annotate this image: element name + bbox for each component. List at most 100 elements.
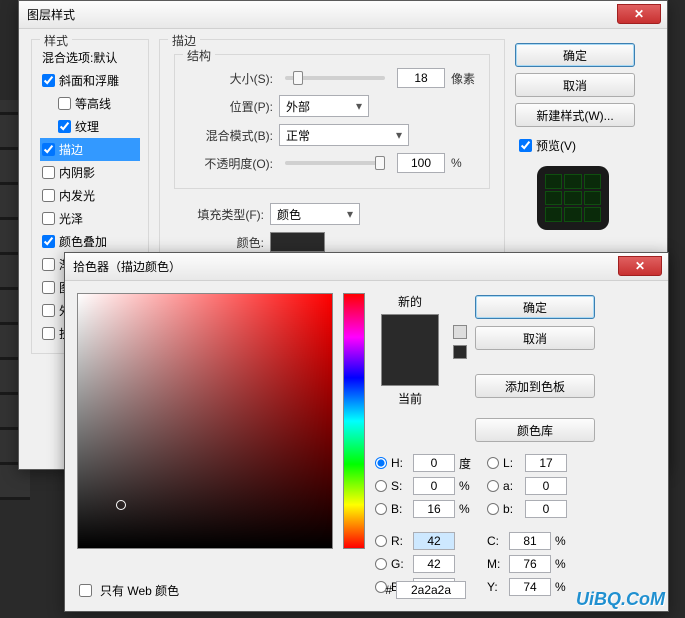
style-inner-shadow[interactable]: 内阴影 bbox=[40, 161, 140, 184]
picker-ok-button[interactable]: 确定 bbox=[475, 295, 595, 319]
style-stroke[interactable]: 描边 bbox=[40, 138, 140, 161]
b-input[interactable] bbox=[413, 500, 455, 518]
l-label: L: bbox=[503, 456, 521, 470]
la-label: a: bbox=[503, 479, 521, 493]
m-label: M: bbox=[487, 557, 505, 571]
window-title: 图层样式 bbox=[27, 6, 75, 23]
s-input[interactable] bbox=[413, 477, 455, 495]
g-radio[interactable] bbox=[375, 558, 387, 570]
blend-label: 混合模式(B): bbox=[183, 127, 273, 144]
color-compare bbox=[381, 314, 439, 386]
satin-checkbox[interactable] bbox=[42, 212, 55, 225]
size-slider-thumb[interactable] bbox=[293, 71, 303, 85]
style-color-overlay[interactable]: 颜色叠加 bbox=[40, 230, 140, 253]
h-label: H: bbox=[391, 456, 409, 470]
new-style-button[interactable]: 新建样式(W)... bbox=[515, 103, 635, 127]
inner-shadow-checkbox[interactable] bbox=[42, 166, 55, 179]
c-input[interactable] bbox=[509, 532, 551, 550]
color-picker-window: 拾色器（描边颜色） ✕ 新的 当前 bbox=[64, 252, 669, 612]
s-radio[interactable] bbox=[375, 480, 387, 492]
stroke-group: 描边 结构 大小(S): 像素 位置(P): 外部 混合模式(B): bbox=[159, 39, 505, 270]
lb-radio[interactable] bbox=[487, 503, 499, 515]
b-radio[interactable] bbox=[375, 503, 387, 515]
m-input[interactable] bbox=[509, 555, 551, 573]
picker-titlebar[interactable]: 拾色器（描边颜色） ✕ bbox=[65, 253, 668, 281]
drop-shadow-checkbox[interactable] bbox=[42, 327, 55, 340]
g-label: G: bbox=[391, 557, 409, 571]
size-label: 大小(S): bbox=[183, 70, 273, 87]
opacity-label: 不透明度(O): bbox=[183, 155, 273, 172]
style-contour[interactable]: 等高线 bbox=[40, 92, 140, 115]
l-input[interactable] bbox=[525, 454, 567, 472]
filltype-label: 填充类型(F): bbox=[174, 206, 264, 223]
blend-dropdown[interactable]: 正常 bbox=[279, 124, 409, 146]
hex-input[interactable] bbox=[396, 581, 466, 599]
current-label: 当前 bbox=[398, 390, 422, 407]
hex-label: # bbox=[385, 583, 392, 597]
la-input[interactable] bbox=[525, 477, 567, 495]
picker-cancel-button[interactable]: 取消 bbox=[475, 326, 595, 350]
structure-group: 结构 大小(S): 像素 位置(P): 外部 混合模式(B): 正常 bbox=[174, 54, 490, 189]
size-input[interactable] bbox=[397, 68, 445, 88]
web-only-checkbox[interactable] bbox=[79, 584, 92, 597]
bevel-checkbox[interactable] bbox=[42, 74, 55, 87]
style-bevel[interactable]: 斜面和浮雕 bbox=[40, 69, 140, 92]
opacity-slider[interactable] bbox=[285, 161, 385, 165]
la-radio[interactable] bbox=[487, 480, 499, 492]
opacity-slider-thumb[interactable] bbox=[375, 156, 385, 170]
lb-input[interactable] bbox=[525, 500, 567, 518]
color-field[interactable] bbox=[77, 293, 333, 549]
size-slider[interactable] bbox=[285, 76, 385, 80]
b-label: B: bbox=[391, 502, 409, 516]
h-radio[interactable] bbox=[375, 457, 387, 469]
h-input[interactable] bbox=[413, 454, 455, 472]
position-dropdown[interactable]: 外部 bbox=[279, 95, 369, 117]
gamut-warning-icon[interactable] bbox=[453, 325, 467, 339]
position-label: 位置(P): bbox=[183, 98, 273, 115]
r-input[interactable] bbox=[413, 532, 455, 550]
current-color-swatch[interactable] bbox=[382, 350, 438, 385]
close-button[interactable]: ✕ bbox=[617, 4, 661, 24]
c-label: C: bbox=[487, 534, 505, 548]
style-inner-glow[interactable]: 内发光 bbox=[40, 184, 140, 207]
gradient-checkbox[interactable] bbox=[42, 258, 55, 271]
style-satin[interactable]: 光泽 bbox=[40, 207, 140, 230]
hue-slider[interactable] bbox=[343, 293, 365, 549]
size-unit: 像素 bbox=[451, 70, 475, 87]
contour-checkbox[interactable] bbox=[58, 97, 71, 110]
color-label: 颜色: bbox=[174, 234, 264, 251]
preview-checkbox[interactable] bbox=[519, 139, 532, 152]
filltype-dropdown[interactable]: 颜色 bbox=[270, 203, 360, 225]
watermark: UiBQ.CoM bbox=[576, 589, 665, 610]
g-input[interactable] bbox=[413, 555, 455, 573]
new-color-swatch bbox=[382, 315, 438, 350]
blend-default-row[interactable]: 混合选项:默认 bbox=[40, 46, 140, 69]
picker-title: 拾色器（描边颜色） bbox=[73, 258, 181, 275]
add-swatch-button[interactable]: 添加到色板 bbox=[475, 374, 595, 398]
preview-thumbnail bbox=[537, 166, 609, 230]
inner-glow-checkbox[interactable] bbox=[42, 189, 55, 202]
color-overlay-checkbox[interactable] bbox=[42, 235, 55, 248]
style-texture[interactable]: 纹理 bbox=[40, 115, 140, 138]
ok-button[interactable]: 确定 bbox=[515, 43, 635, 67]
opacity-input[interactable] bbox=[397, 153, 445, 173]
color-lib-button[interactable]: 颜色库 bbox=[475, 418, 595, 442]
cancel-button[interactable]: 取消 bbox=[515, 73, 635, 97]
l-radio[interactable] bbox=[487, 457, 499, 469]
structure-legend: 结构 bbox=[183, 47, 215, 64]
preview-label: 预览(V) bbox=[536, 137, 576, 154]
texture-checkbox[interactable] bbox=[58, 120, 71, 133]
stroke-checkbox[interactable] bbox=[42, 143, 55, 156]
picker-close-button[interactable]: ✕ bbox=[618, 256, 662, 276]
r-label: R: bbox=[391, 534, 409, 548]
websafe-icon[interactable] bbox=[453, 345, 467, 359]
pattern-checkbox[interactable] bbox=[42, 281, 55, 294]
stroke-color-swatch[interactable] bbox=[270, 232, 325, 252]
new-label: 新的 bbox=[398, 293, 422, 310]
color-field-cursor[interactable] bbox=[116, 500, 126, 510]
outer-glow-checkbox[interactable] bbox=[42, 304, 55, 317]
web-only-label: 只有 Web 颜色 bbox=[100, 582, 179, 599]
titlebar[interactable]: 图层样式 ✕ bbox=[19, 1, 667, 29]
styles-legend: 样式 bbox=[40, 32, 72, 49]
r-radio[interactable] bbox=[375, 535, 387, 547]
